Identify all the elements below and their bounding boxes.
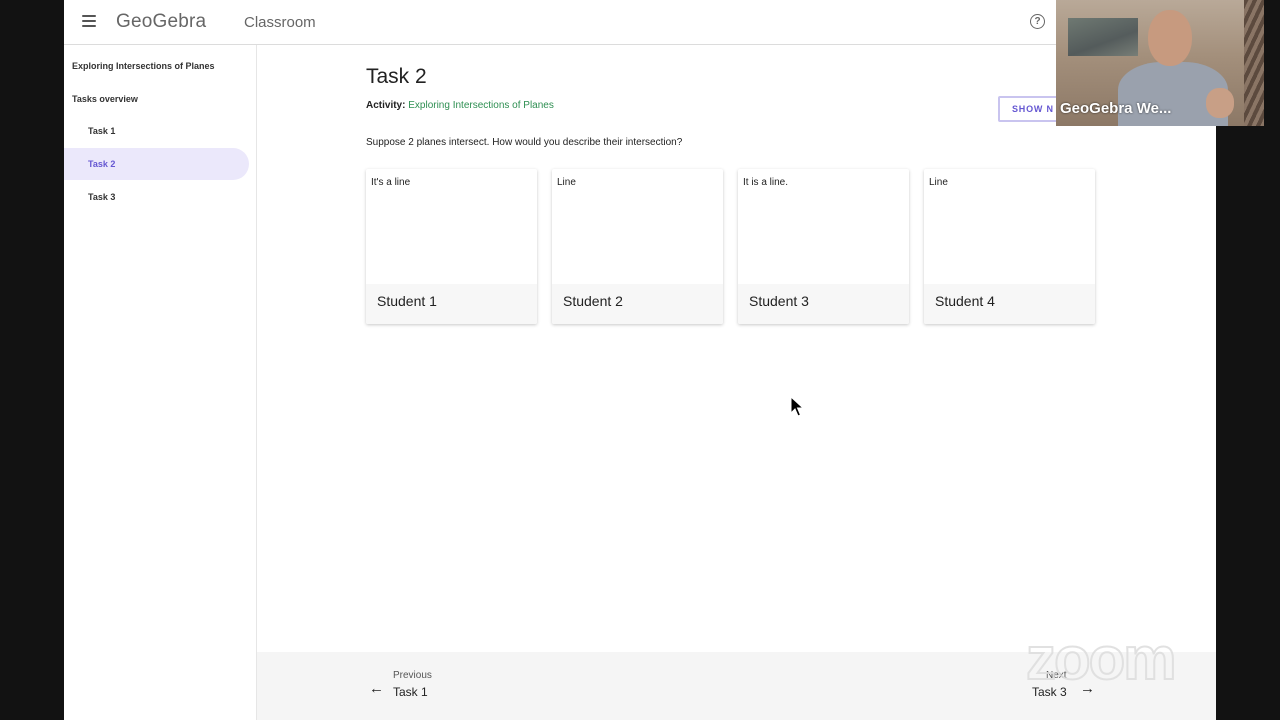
- top-bar: GeoGebra Classroom ?: [64, 0, 1216, 45]
- sidebar-item-task-2[interactable]: Task 2: [64, 148, 249, 180]
- student-answer-card[interactable]: Line Student 4: [924, 169, 1095, 324]
- student-answer-card[interactable]: It is a line. Student 3: [738, 169, 909, 324]
- menu-icon[interactable]: [82, 15, 96, 27]
- card-footer: Student 4: [924, 284, 1095, 324]
- sidebar-activity-title[interactable]: Exploring Intersections of Planes: [72, 61, 215, 71]
- student-name: Student 3: [749, 293, 809, 309]
- previous-label[interactable]: Previous: [393, 670, 432, 681]
- card-footer: Student 1: [366, 284, 537, 324]
- background-curtain: [1244, 0, 1264, 126]
- student-answer: Line: [929, 177, 948, 188]
- page-title: Task 2: [366, 65, 427, 88]
- task-question: Suppose 2 planes intersect. How would yo…: [366, 137, 683, 148]
- geogebra-logo[interactable]: GeoGebra: [116, 11, 206, 33]
- mouse-cursor-icon: [790, 396, 804, 417]
- activity-line: Activity: Exploring Intersections of Pla…: [366, 100, 554, 111]
- arrow-left-icon[interactable]: ←: [369, 680, 384, 697]
- sidebar-item-tasks-overview[interactable]: Tasks overview: [72, 94, 138, 104]
- student-name: Student 4: [935, 293, 995, 309]
- background-painting: [1068, 18, 1138, 56]
- sidebar-item-task-1[interactable]: Task 1: [64, 115, 249, 147]
- presenter-head: [1148, 10, 1192, 66]
- student-answer-card[interactable]: It's a line Student 1: [366, 169, 537, 324]
- student-answer: It's a line: [371, 177, 411, 188]
- card-footer: Student 2: [552, 284, 723, 324]
- zoom-video-feed: GeoGebra We...: [1056, 0, 1264, 126]
- student-answer: It is a line.: [743, 177, 789, 188]
- geogebra-classroom-window: GeoGebra Classroom ? Exploring Intersect…: [64, 0, 1216, 720]
- previous-task-link[interactable]: Task 1: [393, 685, 428, 699]
- student-answer-card[interactable]: Line Student 2: [552, 169, 723, 324]
- presenter-hand: [1206, 88, 1234, 118]
- student-answer: Line: [557, 177, 576, 188]
- activity-label: Activity:: [366, 100, 406, 111]
- help-icon[interactable]: ?: [1030, 14, 1045, 29]
- product-name: Classroom: [244, 14, 316, 31]
- activity-link[interactable]: Exploring Intersections of Planes: [408, 100, 554, 111]
- participant-name: GeoGebra We...: [1060, 100, 1172, 117]
- sidebar-item-task-3[interactable]: Task 3: [64, 181, 249, 213]
- student-name: Student 1: [377, 293, 437, 309]
- card-footer: Student 3: [738, 284, 909, 324]
- student-name: Student 2: [563, 293, 623, 309]
- zoom-watermark: zoom: [1025, 624, 1178, 693]
- sidebar: Exploring Intersections of Planes Tasks …: [64, 45, 257, 720]
